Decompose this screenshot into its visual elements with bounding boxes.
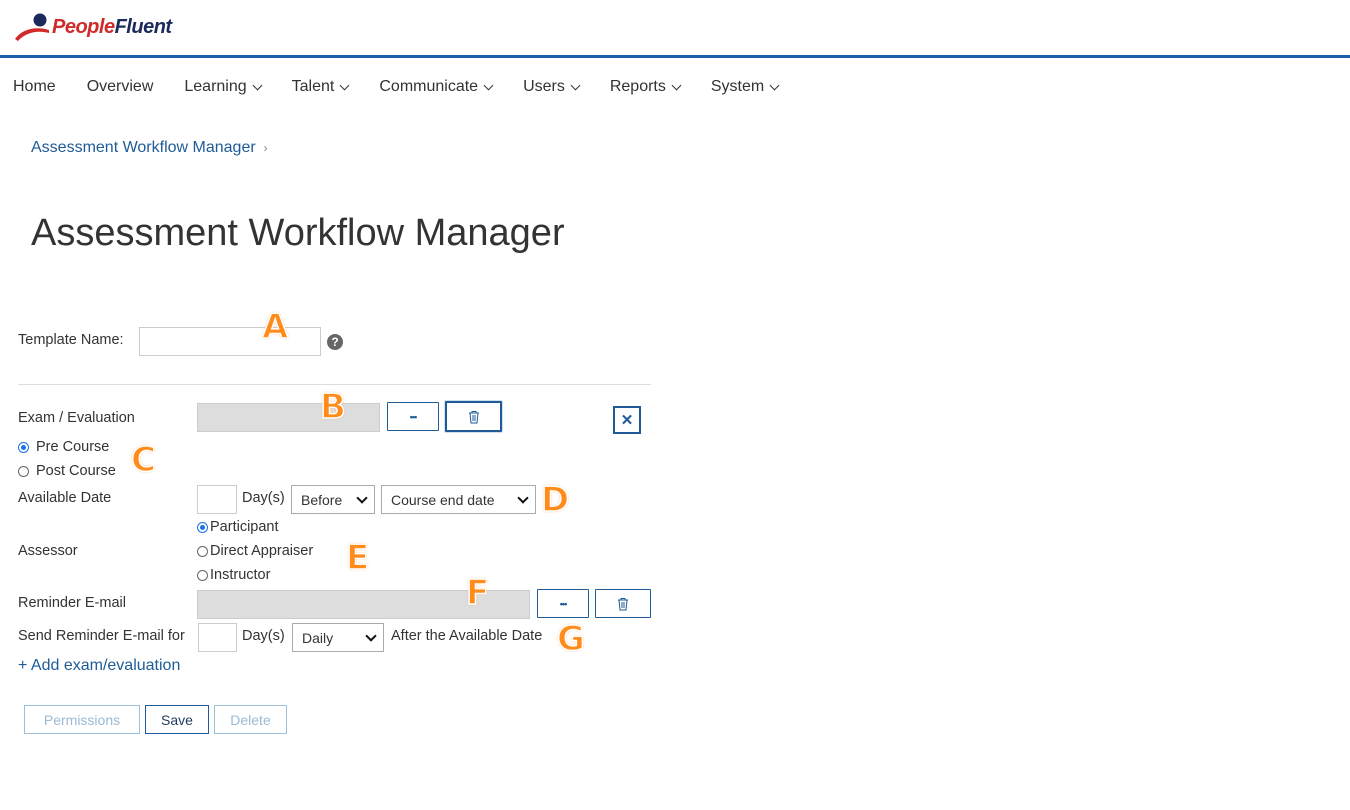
chevron-down-icon: [483, 80, 494, 90]
section-divider: [18, 384, 651, 385]
trash-icon: [468, 410, 479, 423]
available-days-input[interactable]: [197, 485, 237, 514]
annotation-marker-c: C: [130, 439, 156, 481]
reminder-frequency-value: Daily: [302, 629, 334, 646]
chevron-down-icon: [570, 80, 581, 90]
header-accent-bar: [0, 55, 1350, 58]
send-reminder-label: Send Reminder E-mail for: [18, 628, 185, 644]
chevron-down-icon: [769, 80, 780, 90]
participant-radio[interactable]: [197, 521, 208, 533]
annotation-marker-a: A: [261, 306, 289, 348]
annotation-marker-b: B: [319, 386, 346, 428]
nav-item-learning[interactable]: Learning: [184, 78, 263, 96]
pre-course-radio[interactable]: [18, 441, 29, 453]
trash-icon: [618, 597, 628, 610]
exam-evaluation-label: Exam / Evaluation: [18, 410, 135, 426]
instructor-option[interactable]: Instructor: [197, 567, 270, 583]
chevron-down-icon: [356, 492, 368, 504]
available-date-label: Available Date: [18, 490, 112, 506]
main-nav: Home Overview Learning Talent Communicat…: [13, 78, 809, 96]
exam-evaluation-field: [197, 403, 380, 432]
close-icon[interactable]: ✕: [613, 406, 641, 434]
after-available-label: After the Available Date: [391, 628, 543, 644]
post-course-label: Post Course: [36, 463, 116, 479]
nav-label: System: [710, 78, 765, 95]
pre-course-option[interactable]: Pre Course: [18, 439, 109, 455]
instructor-radio[interactable]: [197, 569, 208, 581]
post-course-option[interactable]: Post Course: [18, 463, 116, 479]
chevron-down-icon: [365, 630, 377, 642]
reminder-delete-button[interactable]: [595, 589, 651, 618]
nav-label: Overview: [86, 78, 154, 95]
delete-button[interactable]: Delete: [214, 705, 287, 734]
direct-appraiser-option[interactable]: Direct Appraiser: [197, 543, 313, 559]
reminder-frequency-select[interactable]: Daily: [292, 623, 384, 652]
direct-appraiser-radio[interactable]: [197, 545, 208, 557]
logo-person-icon: [15, 13, 49, 41]
nav-item-home[interactable]: Home: [13, 78, 56, 96]
add-exam-evaluation-link[interactable]: + Add exam/evaluation: [18, 657, 180, 675]
participant-option[interactable]: Participant: [197, 519, 279, 535]
chevron-down-icon: [517, 492, 529, 504]
post-course-radio[interactable]: [18, 465, 29, 477]
nav-item-overview[interactable]: Overview: [87, 78, 154, 96]
instructor-label: Instructor: [210, 567, 271, 583]
nav-item-talent[interactable]: Talent: [291, 78, 350, 96]
available-days-unit: Day(s): [242, 490, 285, 506]
nav-item-communicate[interactable]: Communicate: [379, 78, 494, 96]
nav-label: Reports: [609, 78, 666, 95]
participant-label: Participant: [210, 519, 279, 535]
breadcrumb-link[interactable]: Assessment Workflow Manager: [31, 139, 256, 157]
breadcrumb: Assessment Workflow Manager ›: [31, 139, 268, 157]
save-button[interactable]: Save: [145, 705, 209, 734]
nav-item-system[interactable]: System: [710, 78, 780, 96]
ellipsis-icon: •••: [409, 411, 418, 422]
chevron-down-icon: [339, 80, 350, 90]
logo-text-fluent: Fluent: [114, 15, 173, 38]
nav-item-reports[interactable]: Reports: [609, 78, 682, 96]
reminder-browse-button[interactable]: •••: [537, 589, 589, 618]
nav-item-users[interactable]: Users: [523, 78, 581, 96]
nav-label: Learning: [184, 78, 247, 95]
chevron-down-icon: [252, 80, 263, 90]
assessor-label: Assessor: [18, 543, 78, 559]
annotation-marker-e: E: [345, 537, 370, 579]
reminder-email-label: Reminder E-mail: [18, 595, 126, 611]
logo-text-people: People: [52, 15, 115, 38]
nav-label: Users: [523, 78, 565, 95]
before-after-select[interactable]: Before: [291, 485, 375, 514]
reminder-days-unit: Day(s): [242, 628, 285, 644]
nav-label: Home: [13, 78, 56, 95]
course-date-select[interactable]: Course end date: [381, 485, 536, 514]
direct-appraiser-label: Direct Appraiser: [210, 543, 314, 559]
logo-text: PeopleFluent: [52, 16, 172, 39]
help-icon[interactable]: ?: [327, 334, 343, 350]
ellipsis-icon: •••: [559, 598, 568, 609]
template-name-input[interactable]: [139, 327, 321, 356]
nav-label: Communicate: [379, 78, 479, 95]
peoplefluent-logo[interactable]: PeopleFluent: [14, 10, 172, 44]
before-after-value: Before: [301, 491, 343, 508]
breadcrumb-separator: ›: [263, 141, 268, 155]
exam-browse-button[interactable]: •••: [387, 402, 439, 431]
exam-delete-button[interactable]: [445, 401, 502, 432]
course-date-value: Course end date: [391, 491, 495, 508]
nav-label: Talent: [291, 78, 335, 95]
permissions-button[interactable]: Permissions: [24, 705, 140, 734]
template-name-label: Template Name:: [18, 332, 124, 348]
reminder-days-input[interactable]: [198, 623, 237, 652]
annotation-marker-f: F: [465, 572, 490, 614]
page-title: Assessment Workflow Manager: [31, 212, 565, 254]
chevron-down-icon: [671, 80, 682, 90]
pre-course-label: Pre Course: [36, 439, 110, 455]
annotation-marker-d: D: [540, 479, 570, 521]
annotation-marker-g: G: [556, 618, 585, 660]
